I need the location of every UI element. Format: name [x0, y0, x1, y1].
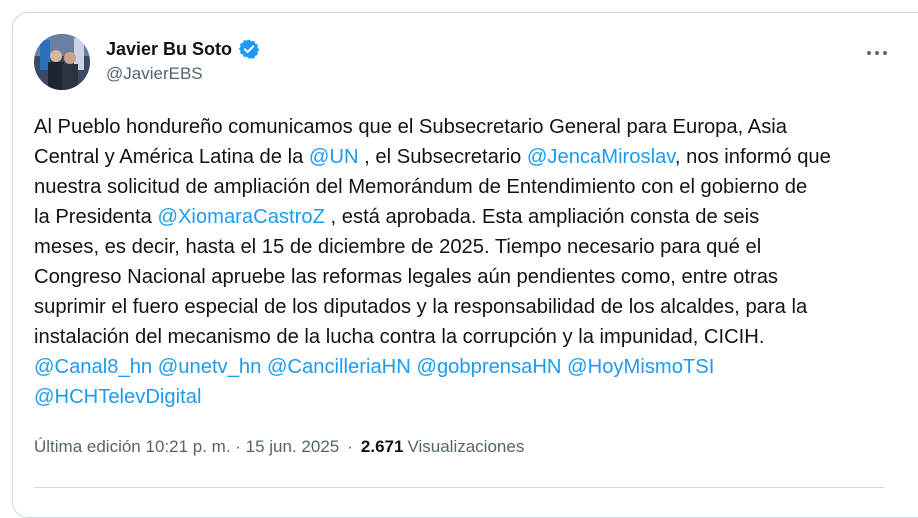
- edit-timestamp[interactable]: Última edición 10:21 p. m. · 15 jun. 202…: [34, 437, 339, 457]
- verified-badge-icon: [238, 38, 260, 60]
- author-handle[interactable]: @JavierEBS: [106, 64, 203, 84]
- mention-link[interactable]: @Canal8_hn: [34, 356, 152, 378]
- views-count: 2.671: [360, 437, 404, 456]
- more-options-icon[interactable]: [866, 44, 888, 56]
- mention-link[interactable]: @gobprensaHN: [416, 356, 561, 378]
- avatar[interactable]: [34, 34, 90, 90]
- views-label: Visualizaciones: [407, 437, 525, 456]
- mention-link[interactable]: @CancilleriaHN: [267, 356, 411, 378]
- author-name-row[interactable]: Javier Bu Soto: [106, 38, 260, 60]
- mention-link[interactable]: @UN: [309, 146, 359, 168]
- author-display-name[interactable]: Javier Bu Soto: [106, 39, 232, 60]
- mention-link[interactable]: @JencaMiroslav: [527, 146, 675, 168]
- mention-link[interactable]: @XiomaraCastroZ: [157, 206, 324, 228]
- mention-link[interactable]: @HoyMismoTSI: [567, 356, 714, 378]
- tweet-meta: Última edición 10:21 p. m. · 15 jun. 202…: [34, 437, 524, 457]
- mention-link[interactable]: @HCHTelevDigital: [34, 386, 201, 408]
- mention-link[interactable]: @unetv_hn: [158, 356, 262, 378]
- tweet-text-segment: , el Subsecretario: [358, 146, 527, 168]
- divider: [34, 487, 884, 488]
- tweet-text: Al Pueblo hondureño comunicamos que el S…: [34, 112, 884, 412]
- meta-separator: ·: [347, 437, 353, 456]
